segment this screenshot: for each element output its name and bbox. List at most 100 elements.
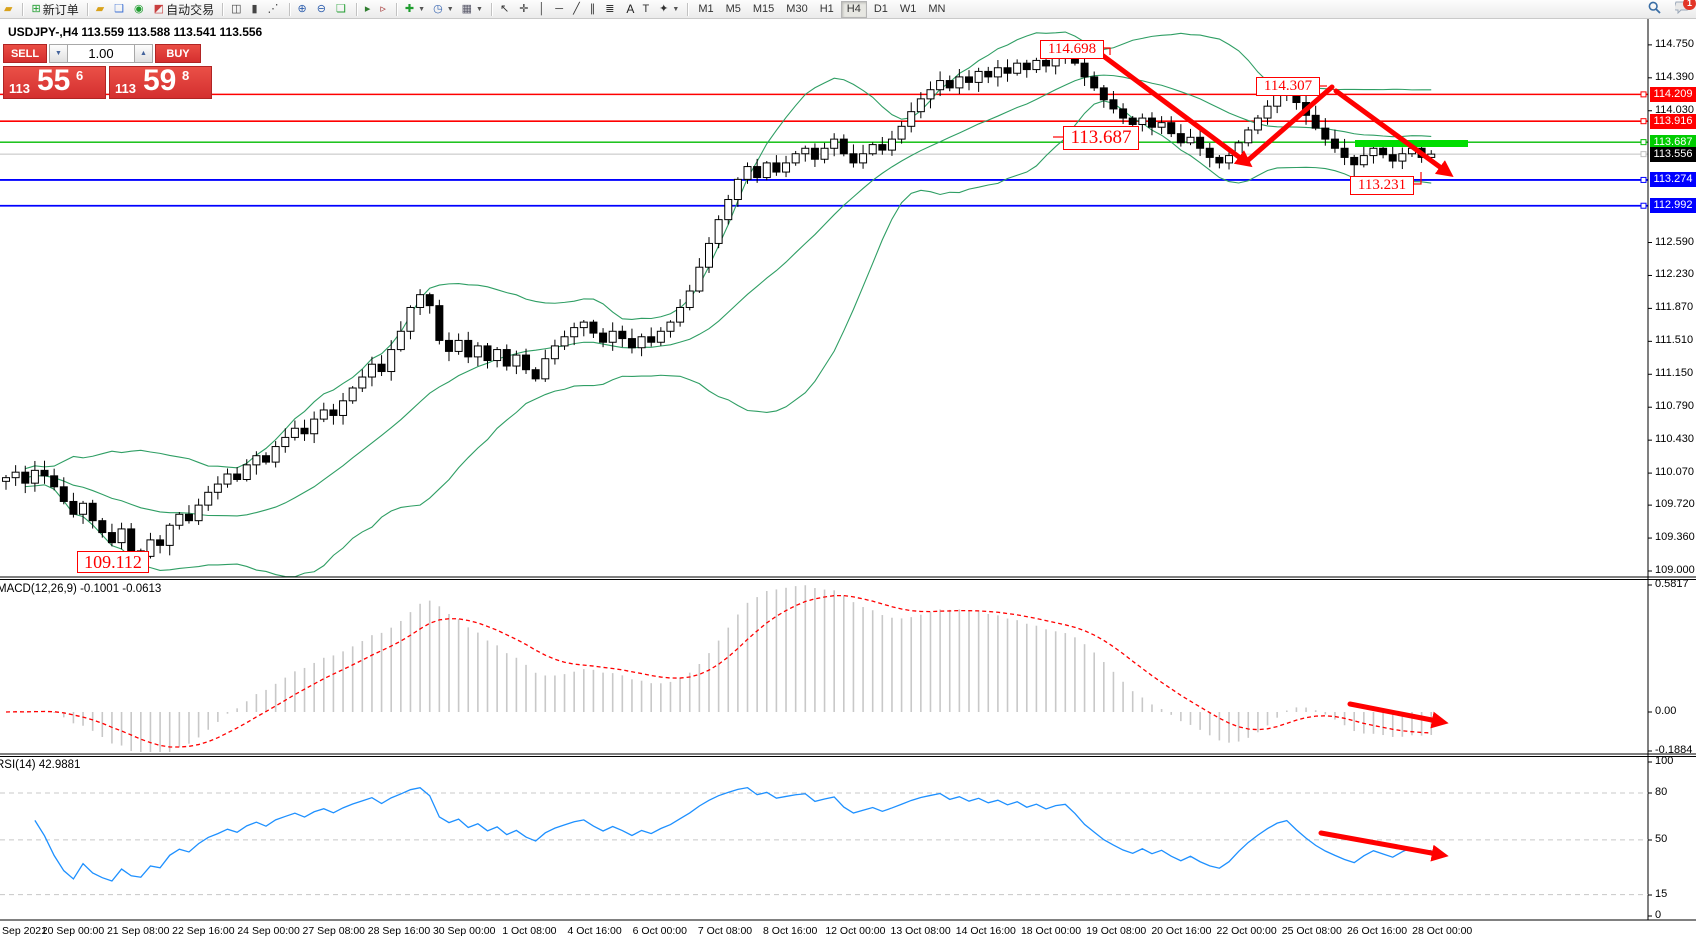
price-axis-badge: 113.274 <box>1650 172 1696 187</box>
bear-candle <box>1206 148 1213 157</box>
search-icon[interactable] <box>1648 1 1661 17</box>
bull-candle <box>927 90 934 99</box>
toolbar-right-group: 1 <box>1648 1 1690 17</box>
bull-candle <box>888 139 895 150</box>
chat-button[interactable]: ❑ <box>111 1 129 17</box>
tile-windows-button[interactable]: ❏ <box>333 1 351 17</box>
crosshair-icon: ✛ <box>519 1 528 17</box>
fibo-button[interactable]: ≣ <box>602 1 619 17</box>
bear-candle <box>1023 63 1030 69</box>
toolbox-icon: ▰ <box>4 1 12 17</box>
bull-candle <box>869 145 876 154</box>
zoom-in-button[interactable]: ⊕ <box>295 1 312 17</box>
vline-button[interactable]: │ <box>535 1 550 17</box>
bear-candle <box>301 428 308 433</box>
timeframe-m15-button[interactable]: M15 <box>748 2 779 17</box>
timeframe-mn-button[interactable]: MN <box>923 2 950 17</box>
notifications-icon[interactable]: 1 <box>1675 1 1690 17</box>
timeframe-d1-button[interactable]: D1 <box>869 2 893 17</box>
bull-candle <box>609 331 616 342</box>
bollinger-upper-band <box>25 32 1431 469</box>
zoom-out-button[interactable]: ⊖ <box>314 1 331 17</box>
bull-candle <box>455 340 462 351</box>
chat-icon: ❑ <box>114 1 124 17</box>
bear-candle <box>1110 100 1117 109</box>
bear-candle <box>41 470 48 475</box>
text-button[interactable]: A <box>621 1 637 17</box>
sell-price-big: 55 <box>37 64 70 98</box>
cursor-button[interactable]: ↖ <box>497 1 514 17</box>
toolbar-separator <box>356 3 357 16</box>
vline-icon: │ <box>538 1 545 17</box>
volume-increase-button[interactable]: ▲ <box>134 44 153 63</box>
signal-button[interactable]: ◉ <box>131 1 149 17</box>
buy-button[interactable]: BUY <box>155 44 201 63</box>
price-tick-label: 114.750 <box>1655 38 1694 50</box>
hline-button[interactable]: ─ <box>552 1 568 17</box>
chart-shift-button[interactable]: ▹ <box>377 1 391 17</box>
bull-candle <box>831 139 838 148</box>
trading-terminal: { "app": { "quote_line": "USDJPY-,H4 113… <box>0 0 1696 939</box>
toolbar: ▰ ⊞新订单 ▰ ❑ ◉ ◩自动交易 ◫▮⋰ ⊕⊖❏ ▸▹ ✚▼◷▼▦▼ ↖ ✛ │ ─╱ ∥ ≣ AT✦▼ M… <box>0 0 1696 19</box>
bull-candle <box>1014 63 1021 73</box>
quote-line: USDJPY-,H4 113.559 113.588 113.541 113.5… <box>8 25 262 39</box>
bull-candle <box>542 359 549 379</box>
bar-chart-button[interactable]: ◫ <box>228 1 246 17</box>
shapes-icon: ✦ <box>659 1 668 17</box>
candle-chart-button[interactable]: ▮ <box>248 1 262 17</box>
timeframe-m5-button[interactable]: M5 <box>721 2 746 17</box>
sell-price-box[interactable]: 113 55 6 <box>3 66 106 99</box>
trendline-button[interactable]: ╱ <box>570 1 585 17</box>
period-button[interactable]: ◷▼ <box>430 1 457 17</box>
history-icon: ▰ <box>96 1 104 17</box>
channel-icon: ∥ <box>590 1 596 17</box>
bull-candle <box>734 179 741 199</box>
toolbar-separator <box>687 3 688 16</box>
volume-decrease-button[interactable]: ▼ <box>49 44 68 63</box>
price-tick-label: 111.510 <box>1655 334 1693 346</box>
fibo-icon: ≣ <box>605 1 614 17</box>
timeframe-h1-button[interactable]: H1 <box>815 2 839 17</box>
bull-candle <box>744 167 751 180</box>
templates-button[interactable]: ▦▼ <box>459 1 486 17</box>
shapes-button[interactable]: ✦▼ <box>656 1 682 17</box>
timeframe-w1-button[interactable]: W1 <box>895 2 922 17</box>
autotrade-button[interactable]: ◩自动交易 <box>151 1 217 17</box>
buy-price-prefix: 113 <box>115 81 136 96</box>
bull-candle <box>821 148 828 159</box>
crosshair-button[interactable]: ✛ <box>516 1 533 17</box>
buy-price-box[interactable]: 113 59 8 <box>109 66 212 99</box>
bull-candle <box>195 505 202 521</box>
history-button[interactable]: ▰ <box>93 1 109 17</box>
annotation-price-label: 114.307 <box>1256 77 1320 96</box>
hline-anchor <box>1641 119 1646 124</box>
bear-candle <box>1004 68 1011 73</box>
timeframe-h4-button[interactable]: H4 <box>841 1 867 18</box>
auto-scroll-button[interactable]: ▸ <box>362 1 376 17</box>
bull-candle <box>12 472 19 477</box>
volume-input[interactable]: 1.00 <box>68 44 134 63</box>
chart-canvas[interactable] <box>0 0 1696 939</box>
new-order-button[interactable]: ⊞新订单 <box>28 1 81 17</box>
price-axis-badge: 113.916 <box>1650 114 1696 129</box>
timeframe-m1-button[interactable]: M1 <box>693 2 718 17</box>
bear-candle <box>1177 134 1184 143</box>
bear-candle <box>1331 139 1338 148</box>
bull-candle <box>320 410 327 419</box>
signal-icon: ◉ <box>134 1 144 17</box>
bull-candle <box>677 307 684 322</box>
bull-candle <box>214 484 221 492</box>
bull-candle <box>3 478 10 482</box>
indicators-button[interactable]: ✚▼ <box>402 1 428 17</box>
one-click-trading-panel: SELL ▼ 1.00 ▲ BUY 113 55 6 113 59 8 <box>3 44 215 99</box>
price-tick-label: 112.590 <box>1655 236 1694 248</box>
label-button[interactable]: T <box>639 1 654 17</box>
timeframe-m30-button[interactable]: M30 <box>781 2 812 17</box>
channel-button[interactable]: ∥ <box>587 1 601 17</box>
line-chart-button[interactable]: ⋰ <box>265 1 284 17</box>
bull-candle <box>1158 123 1165 128</box>
price-axis-badge: 114.209 <box>1650 87 1696 102</box>
sell-button[interactable]: SELL <box>3 44 47 63</box>
annotation-price-label: 114.698 <box>1040 40 1104 59</box>
toolbox-button[interactable]: ▰ <box>1 1 17 17</box>
